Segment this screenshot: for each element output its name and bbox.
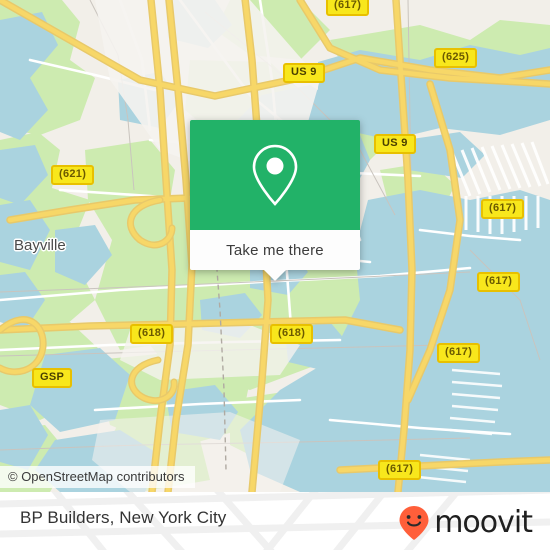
road-shield-617-north[interactable]: (617) xyxy=(326,0,370,16)
popup-header xyxy=(190,120,360,230)
road-shield-gsp[interactable]: GSP xyxy=(32,368,73,388)
popup-footer[interactable]: Take me there xyxy=(190,230,360,281)
road-shield-618-west[interactable]: (618) xyxy=(130,324,174,344)
map-screen: Bayville (617) (625) US 9 US 9 (621) (61… xyxy=(0,0,550,550)
road-shield-us9-mid[interactable]: US 9 xyxy=(374,134,416,154)
moovit-logo[interactable]: moovit xyxy=(398,505,533,541)
road-shield-us9-north[interactable]: US 9 xyxy=(283,63,325,83)
location-title: BP Builders, New York City xyxy=(20,508,227,527)
road-shield-621[interactable]: (621) xyxy=(51,165,95,185)
road-shield-617-south[interactable]: (617) xyxy=(378,460,422,480)
footer-bar: BP Builders, New York City moovit xyxy=(0,492,550,550)
moovit-pin-icon xyxy=(399,506,429,540)
popup-pointer-tail xyxy=(264,270,286,281)
osm-attribution[interactable]: © OpenStreetMap contributors xyxy=(0,466,195,488)
place-label-bayville: Bayville xyxy=(14,237,66,254)
road-shield-617-center[interactable]: (617) xyxy=(437,343,481,363)
destination-popup-card[interactable]: Take me there xyxy=(190,120,360,281)
take-me-there-label: Take me there xyxy=(226,241,324,259)
map-canvas[interactable]: Bayville (617) (625) US 9 US 9 (621) (61… xyxy=(0,0,550,492)
road-shield-617-east-lower[interactable]: (617) xyxy=(477,272,521,292)
road-shield-625[interactable]: (625) xyxy=(434,48,478,68)
moovit-wordmark: moovit xyxy=(434,505,533,540)
map-pin-icon xyxy=(252,144,298,206)
road-shield-618-east[interactable]: (618) xyxy=(270,324,314,344)
road-shield-617-east-upper[interactable]: (617) xyxy=(481,199,525,219)
